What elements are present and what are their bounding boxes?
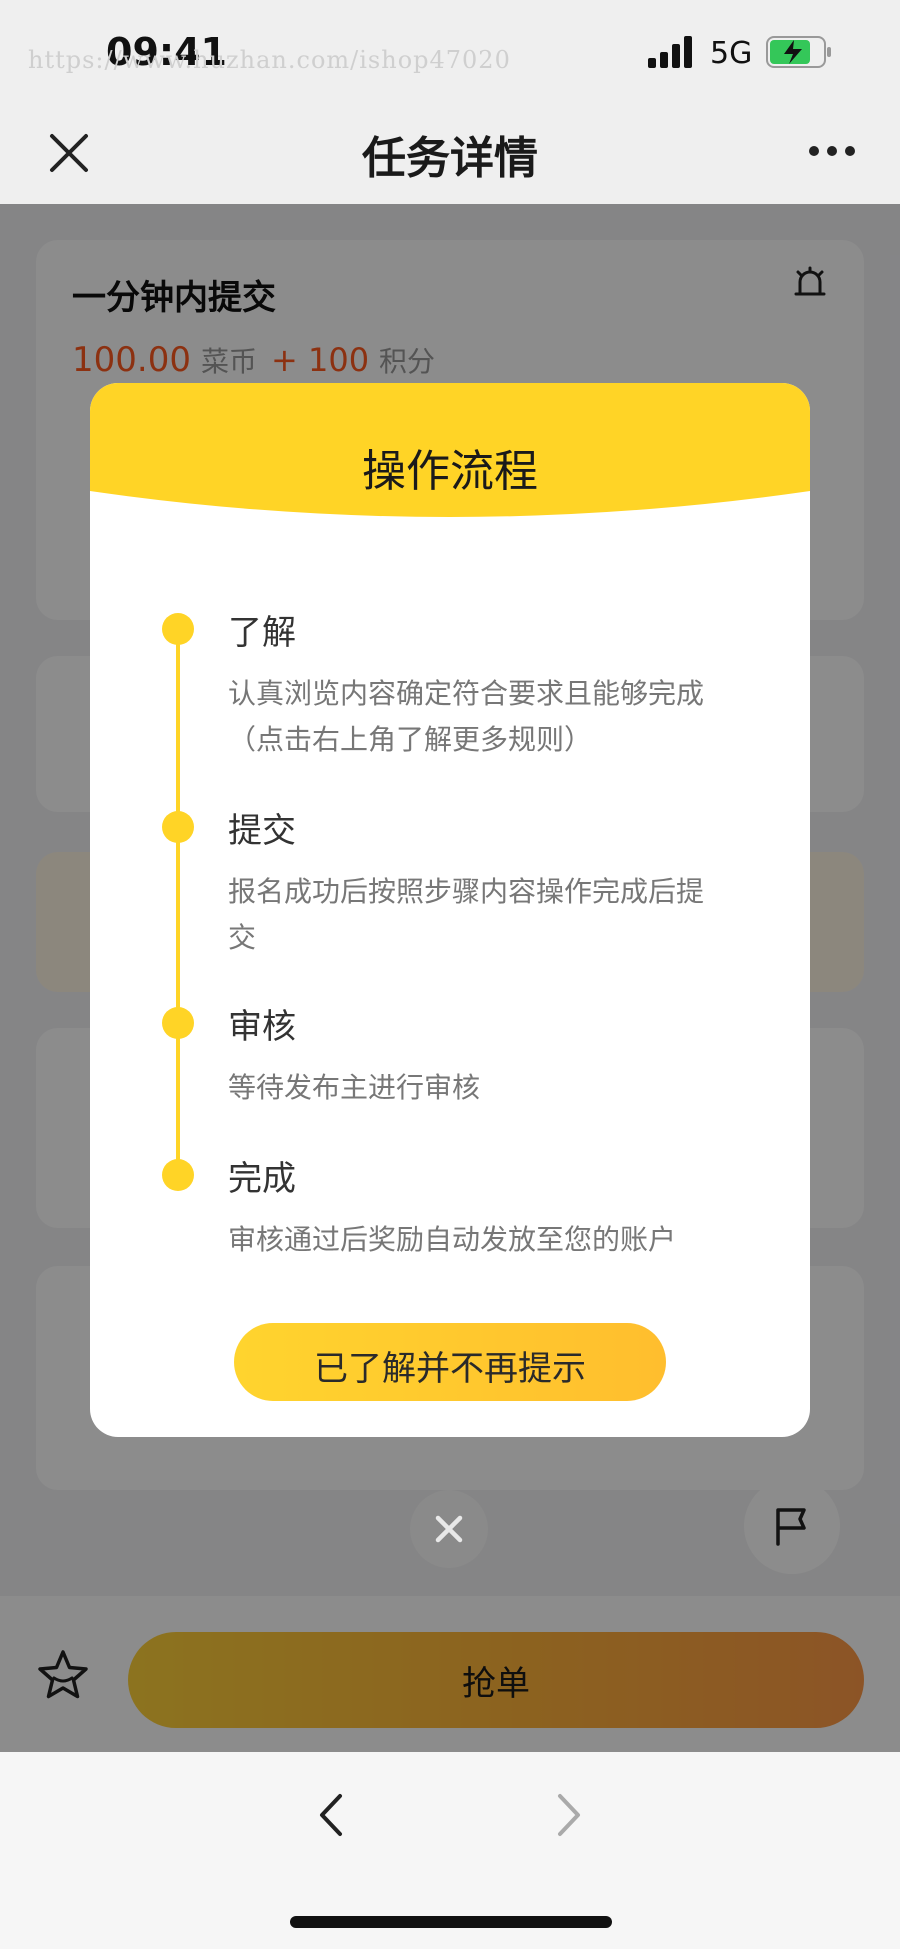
step-dot: [162, 1159, 194, 1191]
modal-title: 操作流程: [362, 446, 538, 497]
step-dot: [162, 613, 194, 645]
dismiss-button-label: 已了解并不再提示: [314, 1349, 586, 1389]
step-dot: [162, 1007, 194, 1039]
step-desc: 审核通过后奖励自动发放至您的账户: [228, 1223, 677, 1256]
page-title: 任务详情: [362, 133, 538, 184]
step-title: 提交: [228, 811, 296, 851]
close-icon: [435, 1515, 463, 1543]
timeline-line: [176, 623, 180, 1175]
step-dot: [162, 811, 194, 843]
battery-icon: [766, 36, 831, 68]
step-desc: 认真浏览内容确定符合要求且能够完成（点击右上角了解更多规则）: [228, 677, 705, 756]
network-label: 5G: [710, 36, 753, 71]
step-title: 审核: [228, 1007, 296, 1047]
step-desc: 报名成功后按照步骤内容操作完成后提交: [228, 875, 705, 954]
forward-arrow-icon[interactable]: [552, 1790, 588, 1840]
back-arrow-icon[interactable]: [312, 1790, 348, 1840]
process-modal: 操作流程 了解 认真浏览内容确定符合要求且能够完成（点击右上角了解更多规则） 提…: [90, 383, 810, 1437]
watermark: https://www.huzhan.com/ishop47020: [28, 46, 511, 74]
step-title: 完成: [228, 1159, 296, 1199]
step-desc: 等待发布主进行审核: [228, 1071, 481, 1104]
step-title: 了解: [228, 613, 296, 653]
signal-icon: [648, 36, 692, 68]
more-icon[interactable]: [808, 140, 856, 162]
home-indicator: [290, 1916, 612, 1928]
